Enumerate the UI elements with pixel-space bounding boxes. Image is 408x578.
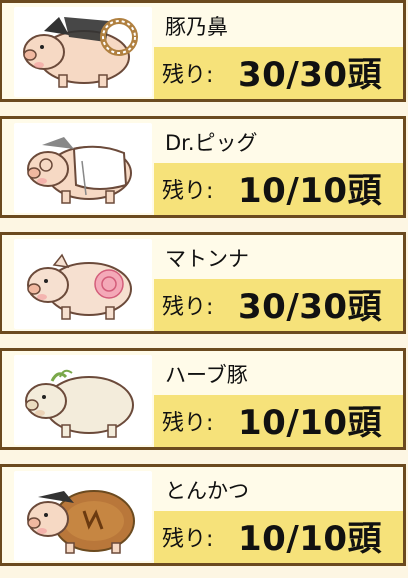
pig-name: とんかつ: [165, 479, 249, 503]
pig-name: マトンナ: [165, 247, 249, 271]
tonkatsu-pig-icon: [14, 471, 152, 561]
rose-pig-icon: [14, 239, 152, 329]
remaining-label: 残り:: [162, 63, 214, 88]
pig-name: Dr.ピッグ: [165, 131, 258, 155]
pig-card-3[interactable]: マトンナ 残り: 30/30頭: [0, 232, 406, 334]
doctor-pig-icon: [14, 123, 152, 213]
remaining-label: 残り:: [162, 411, 214, 436]
remaining-count: 10/10頭: [238, 403, 383, 443]
remaining-count: 10/10頭: [238, 171, 383, 211]
pig-card-5[interactable]: とんかつ 残り: 10/10頭: [0, 464, 406, 566]
remaining-count: 30/30頭: [238, 55, 383, 95]
remaining-label: 残り:: [162, 295, 214, 320]
pig-card-1[interactable]: 豚乃鼻 残り: 30/30頭: [0, 0, 406, 102]
remaining-label: 残り:: [162, 179, 214, 204]
herb-pig-icon: [14, 355, 152, 445]
pig-with-rope-icon: [14, 7, 152, 97]
remaining-label: 残り:: [162, 527, 214, 552]
pig-card-4[interactable]: ハーブ豚 残り: 10/10頭: [0, 348, 406, 450]
pig-name: 豚乃鼻: [165, 15, 228, 39]
remaining-count: 30/30頭: [238, 287, 383, 327]
pig-name: ハーブ豚: [165, 363, 248, 387]
pig-card-2[interactable]: Dr.ピッグ 残り: 10/10頭: [0, 116, 406, 218]
remaining-count: 10/10頭: [238, 519, 383, 559]
pig-list: 豚乃鼻 残り: 30/30頭 Dr.ピッグ 残り: 10/10頭 マトンナ 残り…: [0, 0, 408, 578]
